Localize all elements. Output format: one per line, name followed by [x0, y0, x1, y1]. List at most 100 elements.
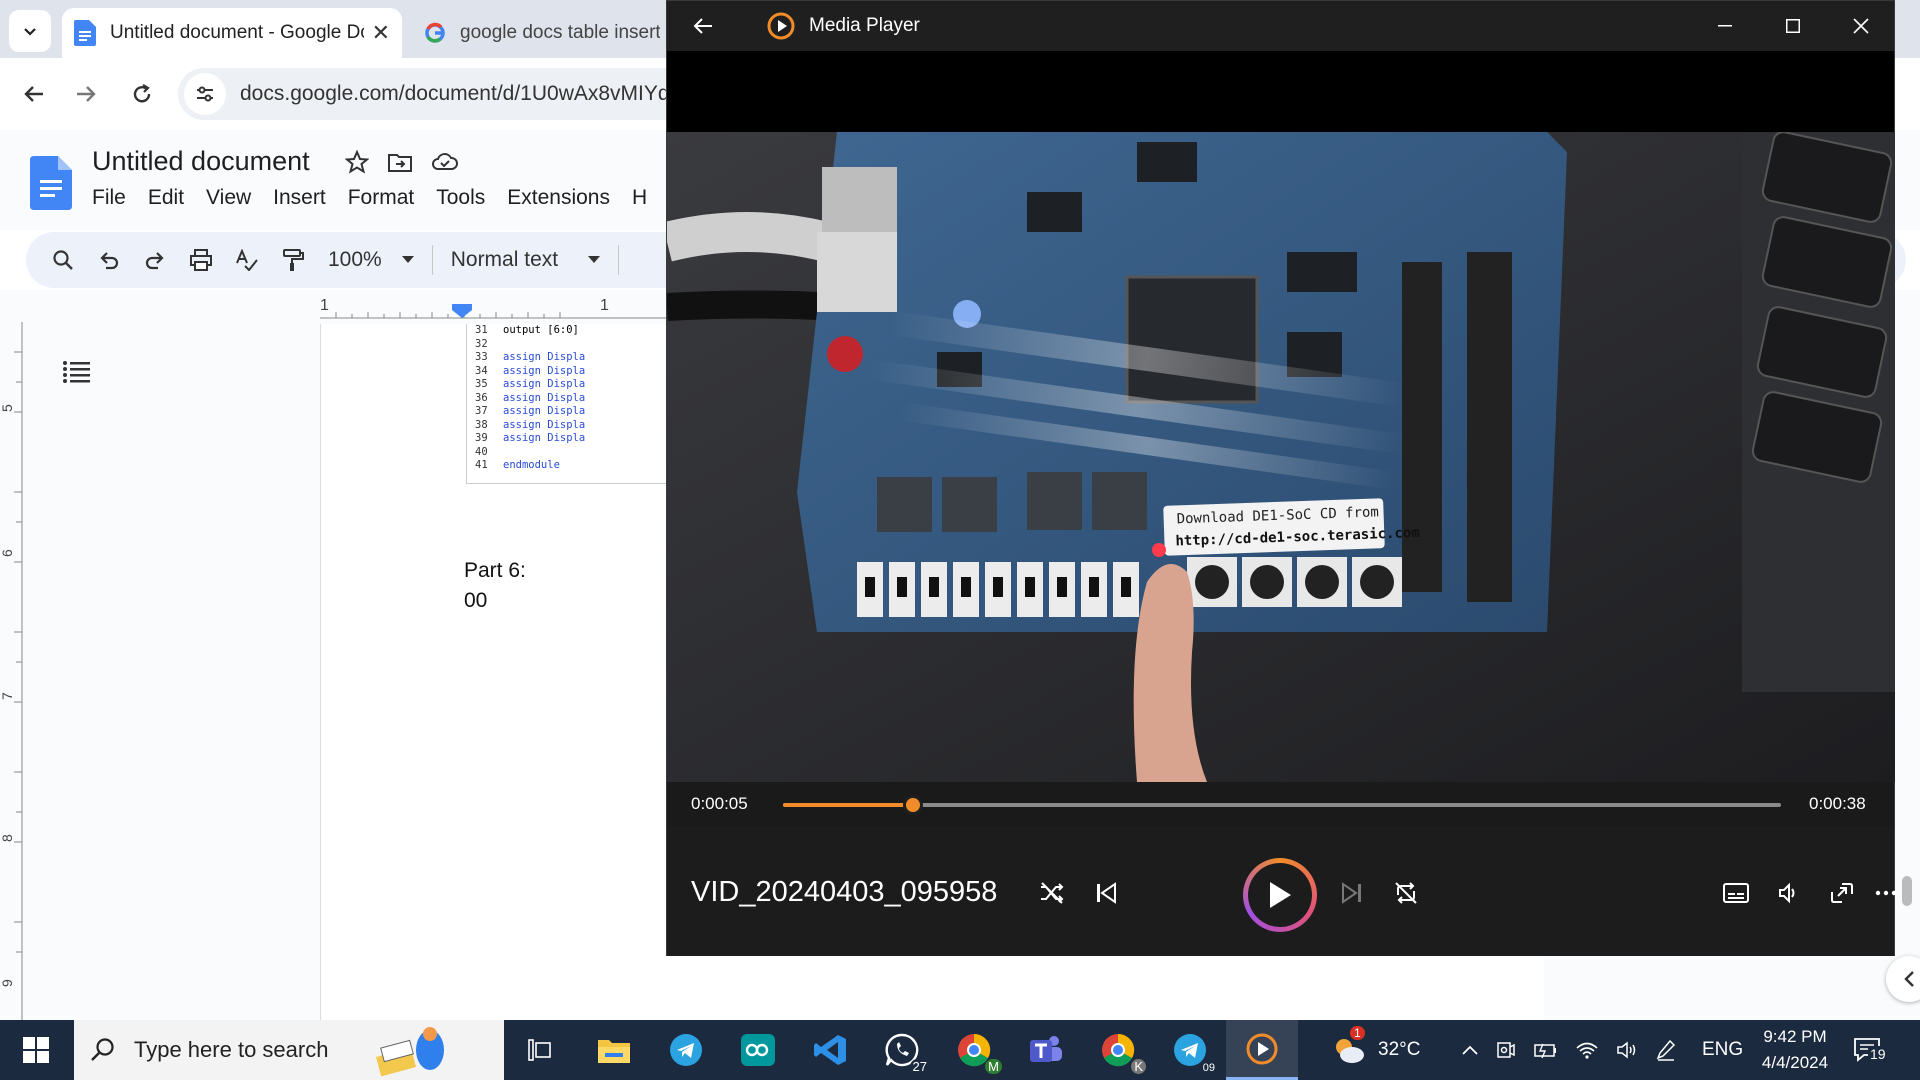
taskbar-chrome-profile-m[interactable]: M — [938, 1020, 1010, 1080]
chevron-down-icon — [24, 28, 36, 36]
tab-google-docs[interactable]: Untitled document - Google Docs ✕ — [62, 8, 402, 58]
maximize-button[interactable] — [1759, 1, 1827, 51]
close-button[interactable] — [1827, 1, 1895, 51]
forward-button[interactable] — [66, 74, 106, 114]
code-screenshot-image[interactable]: 31 output [6:0] 32 33 assign Displa 34 assi… — [466, 324, 676, 484]
menu-edit[interactable]: Edit — [148, 186, 184, 210]
previous-button[interactable] — [1084, 871, 1128, 915]
toolbar-divider — [431, 245, 433, 275]
docs-logo-icon[interactable] — [30, 156, 72, 210]
ruler-label: 8 — [0, 834, 15, 842]
zoom-select[interactable]: 100% — [328, 248, 414, 272]
code-line: 32 — [475, 337, 488, 350]
seek-progress — [783, 803, 913, 807]
menu-tools[interactable]: Tools — [436, 186, 485, 210]
taskbar-chrome-profile-k[interactable]: K — [1082, 1020, 1154, 1080]
vertical-ruler[interactable]: 5 6 7 8 9 — [0, 322, 24, 1022]
menu-extensions[interactable]: Extensions — [507, 186, 610, 210]
menu-file[interactable]: File — [92, 186, 126, 210]
start-button[interactable] — [0, 1020, 72, 1080]
tune-icon — [197, 86, 213, 102]
taskbar-teams[interactable] — [1010, 1020, 1082, 1080]
toolbar-divider — [618, 245, 620, 275]
tab-google-search[interactable]: google docs table insert r — [412, 8, 672, 58]
speaker-icon[interactable] — [1616, 1040, 1638, 1060]
meet-now-icon[interactable] — [1496, 1040, 1516, 1060]
windows-logo-icon — [23, 1037, 49, 1063]
spellcheck-button[interactable] — [224, 237, 270, 283]
taskbar-vscode[interactable] — [794, 1020, 866, 1080]
reload-button[interactable] — [122, 74, 162, 114]
media-player-logo-icon — [767, 12, 795, 40]
ruler-label: 1 — [600, 297, 609, 314]
document-body-text[interactable]: Part 6: 00 — [464, 556, 526, 616]
taskbar-search-box[interactable]: Type here to search — [74, 1020, 504, 1080]
document-title[interactable]: Untitled document — [92, 146, 310, 177]
subtitles-button[interactable] — [1714, 871, 1758, 915]
taskbar-whatsapp[interactable]: 27 — [866, 1020, 938, 1080]
paint-format-icon — [283, 249, 304, 271]
redo-button[interactable] — [132, 237, 178, 283]
dropdown-arrow-icon — [588, 256, 601, 263]
code-line: 35 assign Displa — [475, 378, 586, 390]
menu-help[interactable]: H — [632, 186, 647, 210]
taskbar-telegram-2[interactable]: 09 — [1154, 1020, 1226, 1080]
taskbar-file-explorer[interactable] — [578, 1020, 650, 1080]
taskbar: Type here to search 27 M K 09 1 32°C ENG… — [0, 1020, 1920, 1080]
code-line: 40 — [475, 445, 488, 458]
notification-badge: 27 — [909, 1059, 930, 1074]
back-button[interactable] — [14, 74, 54, 114]
pen-icon[interactable] — [1656, 1039, 1676, 1061]
minimize-button[interactable] — [1691, 1, 1759, 51]
spellcheck-icon — [236, 249, 258, 271]
star-icon[interactable] — [345, 150, 369, 174]
search-menus-button[interactable] — [40, 237, 86, 283]
gpio-header — [1467, 252, 1512, 602]
more-options-button[interactable] — [1864, 871, 1908, 915]
play-button[interactable] — [1243, 858, 1317, 932]
document-outline-button[interactable] — [62, 360, 90, 389]
next-button[interactable] — [1330, 871, 1374, 915]
code-line: 38 assign Displa — [475, 418, 586, 431]
chevron-up-icon[interactable] — [1462, 1045, 1478, 1055]
volume-button[interactable] — [1766, 871, 1810, 915]
clock-time: 9:42 PM — [1763, 1027, 1827, 1046]
paragraph-style-select[interactable]: Normal text — [451, 248, 601, 272]
clock[interactable]: 9:42 PM 4/4/2024 — [1740, 1024, 1850, 1076]
undo-button[interactable] — [86, 237, 132, 283]
repeat-button[interactable] — [1384, 871, 1428, 915]
code-line: 41 endmodule — [475, 459, 560, 471]
task-view-button[interactable] — [504, 1020, 576, 1080]
print-button[interactable] — [178, 237, 224, 283]
file-explorer-icon — [598, 1040, 630, 1063]
menu-view[interactable]: View — [206, 186, 251, 210]
site-info-button[interactable] — [184, 73, 226, 115]
seek-handle[interactable] — [902, 795, 923, 815]
more-horizontal-icon — [1875, 890, 1897, 896]
taskbar-arduino[interactable] — [722, 1020, 794, 1080]
media-player-title: Media Player — [809, 15, 920, 36]
battery-icon[interactable] — [1534, 1041, 1558, 1059]
taskbar-telegram[interactable] — [650, 1020, 722, 1080]
wifi-icon[interactable] — [1576, 1041, 1598, 1059]
tab-search-button[interactable] — [9, 10, 51, 52]
paint-format-button[interactable] — [270, 237, 316, 283]
move-folder-icon[interactable] — [387, 150, 413, 174]
system-tray: ENG — [1462, 1020, 1743, 1080]
menu-format[interactable]: Format — [348, 186, 415, 210]
mp-back-button[interactable] — [679, 2, 727, 50]
code-line: 34 assign Displa — [475, 364, 586, 377]
close-tab-icon[interactable]: ✕ — [372, 20, 390, 46]
power-cable — [667, 290, 838, 321]
taskbar-media-player[interactable] — [1226, 1020, 1298, 1080]
mini-player-button[interactable] — [1820, 871, 1864, 915]
shuffle-button[interactable] — [1030, 871, 1074, 915]
seek-bar[interactable] — [783, 795, 1781, 815]
menu-insert[interactable]: Insert — [273, 186, 326, 210]
notification-center-button[interactable]: 19 — [1852, 1020, 1888, 1080]
cloud-saved-icon[interactable] — [431, 150, 459, 174]
language-indicator[interactable]: ENG — [1702, 1039, 1743, 1061]
weather-widget[interactable]: 1 32°C — [1330, 1020, 1420, 1080]
video-frame[interactable]: Download DE1-SoC CD from http://cd-de1-s… — [667, 132, 1895, 782]
notification-badge: 09 — [1199, 1062, 1218, 1074]
